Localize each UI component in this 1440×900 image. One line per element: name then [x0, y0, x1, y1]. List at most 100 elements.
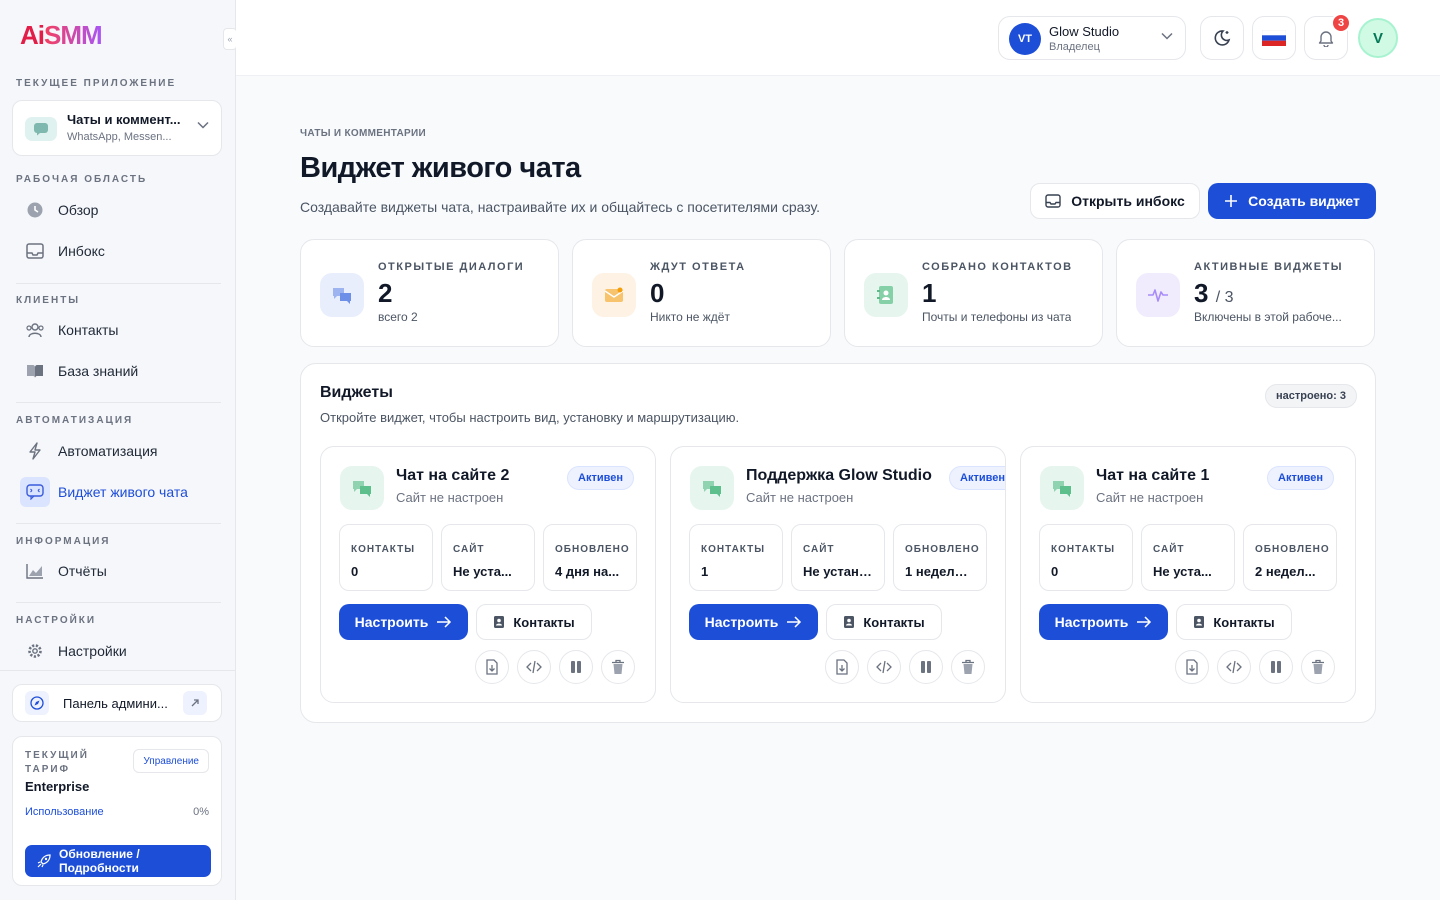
logo-ai: Ai	[20, 20, 45, 50]
metric-value: Не уста...	[453, 564, 512, 579]
configure-button[interactable]: Настроить	[339, 604, 468, 640]
sidebar-item-knowledge-base[interactable]: База знаний	[16, 354, 221, 388]
page-title: Виджет живого чата	[300, 152, 581, 184]
stat-value: 0	[650, 278, 665, 308]
metric-label: КОНТАКТЫ	[701, 544, 766, 555]
pulse-icon	[1136, 273, 1180, 317]
sidebar-item-label: База знаний	[58, 363, 139, 379]
metric-contacts: КОНТАКТЫ 0	[1039, 524, 1133, 591]
stat-description: Никто не ждёт	[650, 310, 730, 324]
status-badge: Активен	[567, 466, 634, 490]
notification-badge: 3	[1331, 13, 1351, 33]
app-logo[interactable]: Ai SMM	[20, 20, 103, 51]
moon-sun-icon	[1212, 28, 1232, 48]
stat-value: 2	[378, 278, 393, 308]
metric-label: ОБНОВЛЕНО	[1255, 544, 1330, 555]
stat-awaiting-reply: ЖДУТ ОТВЕТА 0 Никто не ждёт	[572, 239, 831, 347]
stat-active-widgets: АКТИВНЫЕ ВИДЖЕТЫ 3 / 3 Включены в этой р…	[1116, 239, 1375, 347]
configure-label: Настроить	[1054, 614, 1129, 630]
download-button[interactable]	[825, 650, 859, 684]
stat-value: 3 / 3	[1194, 278, 1234, 308]
delete-button[interactable]	[601, 650, 635, 684]
download-button[interactable]	[475, 650, 509, 684]
metric-site: САЙТ Не уста...	[441, 524, 535, 591]
configure-button[interactable]: Настроить	[1039, 604, 1168, 640]
workspace-role: Владелец	[1049, 41, 1100, 53]
embed-code-button[interactable]	[867, 650, 901, 684]
sidebar-item-label: Обзор	[58, 202, 99, 218]
workspace-selector[interactable]: VT Glow Studio Владелец	[998, 16, 1186, 60]
widget-card[interactable]: Чат на сайте 1 Сайт не настроен Активен …	[1020, 446, 1356, 703]
theme-toggle-button[interactable]	[1200, 16, 1244, 60]
chevron-down-icon	[1161, 32, 1173, 40]
external-arrow-icon	[183, 691, 207, 715]
sidebar-item-inbox[interactable]: Инбокс	[16, 234, 221, 268]
download-button[interactable]	[1175, 650, 1209, 684]
section-label-automation: АВТОМАТИЗАЦИЯ	[16, 415, 134, 426]
bolt-icon	[24, 440, 46, 462]
divider	[16, 602, 221, 603]
sidebar-item-settings[interactable]: Настройки	[16, 634, 221, 668]
user-avatar[interactable]: V	[1358, 18, 1398, 58]
create-widget-button[interactable]: Создать виджет	[1208, 183, 1376, 219]
sidebar-item-reports[interactable]: Отчёты	[16, 554, 221, 588]
contacts-button[interactable]: Контакты	[476, 604, 592, 640]
sidebar-item-overview[interactable]: Обзор	[16, 193, 221, 227]
usage-label: Использование	[25, 806, 104, 818]
metric-label: ОБНОВЛЕНО	[905, 544, 980, 555]
current-app-subtitle: WhatsApp, Messen...	[67, 131, 172, 143]
address-book-icon	[843, 615, 855, 629]
contacts-button[interactable]: Контакты	[826, 604, 942, 640]
chevron-down-icon	[197, 121, 209, 129]
inbox-icon	[1045, 194, 1061, 208]
users-icon	[24, 319, 46, 341]
trash-icon	[961, 659, 975, 675]
sidebar-item-label: Отчёты	[58, 563, 107, 579]
embed-code-button[interactable]	[517, 650, 551, 684]
app-switcher[interactable]: Чаты и коммент... WhatsApp, Messen...	[12, 100, 222, 156]
metric-value: 1	[701, 564, 709, 579]
embed-code-button[interactable]	[1217, 650, 1251, 684]
contacts-button[interactable]: Контакты	[1176, 604, 1292, 640]
metric-label: ОБНОВЛЕНО	[555, 544, 630, 555]
chat-bubbles-icon	[1040, 466, 1084, 510]
chat-app-icon	[25, 117, 57, 141]
metric-updated: ОБНОВЛЕНО 4 дня на...	[543, 524, 637, 591]
metric-label: САЙТ	[453, 544, 485, 555]
file-download-icon	[485, 659, 499, 675]
trash-icon	[1311, 659, 1325, 675]
sidebar-item-automation[interactable]: Автоматизация	[16, 434, 221, 468]
gear-icon	[24, 640, 46, 662]
configure-label: Настроить	[704, 614, 779, 630]
delete-button[interactable]	[1301, 650, 1335, 684]
stat-label: ЖДУТ ОТВЕТА	[650, 261, 746, 273]
metric-contacts: КОНТАКТЫ 1	[689, 524, 783, 591]
breadcrumb[interactable]: ЧАТЫ И КОММЕНТАРИИ	[300, 128, 426, 139]
sidebar-item-live-chat-widget[interactable]: Виджет живого чата	[16, 475, 221, 509]
pause-button[interactable]	[1259, 650, 1293, 684]
delete-button[interactable]	[951, 650, 985, 684]
compass-icon	[25, 691, 49, 715]
file-download-icon	[1185, 659, 1199, 675]
address-book-icon	[1193, 615, 1205, 629]
metric-site: САЙТ Не устано...	[791, 524, 885, 591]
pause-button[interactable]	[909, 650, 943, 684]
chat-bubbles-icon	[340, 466, 384, 510]
upgrade-button[interactable]: Обновление / Подробности	[25, 845, 211, 877]
widget-card[interactable]: Чат на сайте 2 Сайт не настроен Активен …	[320, 446, 656, 703]
divider	[16, 523, 221, 524]
status-badge: Активен	[949, 466, 1005, 490]
open-inbox-label: Открыть инбокс	[1071, 193, 1185, 209]
collapse-sidebar-button[interactable]: «	[223, 28, 237, 50]
divider	[16, 283, 221, 284]
plan-label: ТЕКУЩИЙ ТАРИФ	[25, 750, 89, 775]
sidebar-item-contacts[interactable]: Контакты	[16, 313, 221, 347]
widget-card[interactable]: Поддержка Glow Studio Сайт не настроен А…	[670, 446, 1006, 703]
open-inbox-button[interactable]: Открыть инбокс	[1030, 183, 1200, 219]
manage-plan-button[interactable]: Управление	[133, 749, 209, 773]
admin-panel-link[interactable]: Панель админи...	[12, 684, 222, 722]
bell-icon	[1318, 29, 1334, 47]
configure-button[interactable]: Настроить	[689, 604, 818, 640]
pause-button[interactable]	[559, 650, 593, 684]
language-button[interactable]	[1252, 16, 1296, 60]
